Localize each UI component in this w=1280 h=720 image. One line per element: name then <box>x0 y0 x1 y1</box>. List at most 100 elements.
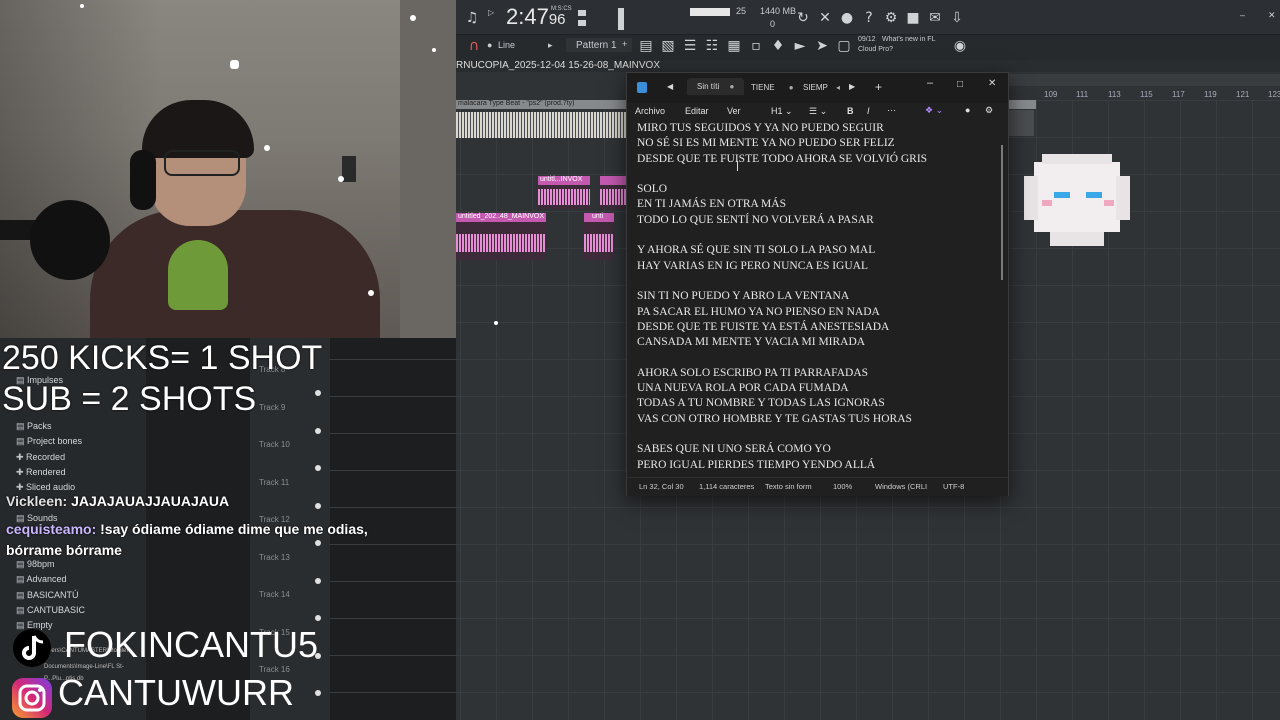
playlist-icon[interactable]: ▤ <box>638 38 654 54</box>
fl-logo-icon[interactable]: ♫ <box>464 10 480 26</box>
refresh-icon[interactable]: ↻ <box>795 10 811 26</box>
track-label[interactable]: Track 10 <box>259 440 290 449</box>
tab-modified-dot-icon[interactable]: ● <box>729 82 734 91</box>
new-tab-icon[interactable]: + <box>875 80 882 94</box>
menu-editar[interactable]: Editar <box>685 106 709 116</box>
tab-tiene[interactable]: TIENE ● <box>751 83 794 92</box>
plugin-picker-icon[interactable]: ♦ <box>770 38 786 54</box>
track-label[interactable]: Track 14 <box>259 590 290 599</box>
browser-item[interactable]: ✚ Recorded <box>16 452 65 463</box>
browser-item[interactable]: ▤ CANTUBASIC <box>16 605 85 616</box>
record-toggle[interactable]: ▷ <box>488 8 494 17</box>
audio-settings-icon[interactable]: ⚙ <box>883 10 899 26</box>
snap-label[interactable]: Line <box>498 40 515 50</box>
mixer-icon[interactable]: ☷ <box>704 38 720 54</box>
audio-clip-beat[interactable]: malacara Type Beat - "ps2" (prod.7ty) <box>456 100 626 140</box>
tab-prev-icon[interactable]: ◀ <box>667 82 673 91</box>
master-knob[interactable] <box>618 8 624 30</box>
news-line-2[interactable]: Cloud Pro? <box>858 46 893 53</box>
master-slider-1[interactable] <box>578 10 586 16</box>
browser-item[interactable]: ▤ Packs <box>16 421 52 432</box>
browser-item[interactable]: ✚ Sliced audio <box>16 482 75 493</box>
ruler[interactable] <box>1006 74 1280 86</box>
copilot-icon[interactable]: ❖ ⌄ <box>925 105 943 116</box>
browser-item[interactable]: ▤ Advanced <box>16 574 67 585</box>
vocal-clip-3[interactable]: untitled_202..48_MAINVOX <box>456 213 546 260</box>
grid-row <box>330 618 1280 619</box>
browser-item[interactable]: ▤ 98bpm <box>16 559 55 570</box>
browser-item-label: BASICANTÚ <box>27 590 79 600</box>
snowflake <box>230 60 239 69</box>
piano-roll-icon[interactable]: ▧ <box>660 38 676 54</box>
track-mute-dot-icon[interactable] <box>315 577 321 584</box>
browser-item[interactable]: ▤ Project bones <box>16 436 82 447</box>
download-icon[interactable]: ⇩ <box>949 10 965 26</box>
master-slider-2[interactable] <box>578 20 586 26</box>
news-line-1[interactable]: What's new in FL <box>882 36 935 43</box>
more-icon[interactable]: ⋯ <box>887 105 896 116</box>
track-mute-dot-icon[interactable] <box>315 502 321 509</box>
help-icon[interactable]: ? <box>861 10 877 26</box>
text-line: PA SACAR EL HUMO YA NO PIENSO EN NADA <box>637 305 880 318</box>
clip-waveform <box>600 189 626 205</box>
maximize-icon[interactable]: □ <box>957 79 963 90</box>
minimize-icon[interactable]: – <box>927 77 933 89</box>
notepad-scrollbar[interactable] <box>1001 145 1003 280</box>
track-mute-dot-icon[interactable] <box>315 540 321 546</box>
cut-icon[interactable]: ✕ <box>817 10 833 26</box>
browser-item-label: Recorded <box>26 452 66 462</box>
tab-sin-titulo[interactable]: Sin títi ● <box>687 78 745 95</box>
vocal-clip-4[interactable]: unti <box>584 213 614 260</box>
track-label[interactable]: Track 9 <box>259 403 285 412</box>
list-dropdown-icon[interactable]: ☰ ⌄ <box>809 106 827 117</box>
shop-icon[interactable]: ▢ <box>836 38 852 54</box>
minimize-fl-icon[interactable]: – <box>1240 10 1245 20</box>
tab-modified-dot-icon[interactable]: ● <box>789 83 794 92</box>
track-mute-dot-icon[interactable] <box>315 427 321 434</box>
tab-next-icon[interactable]: ▶ <box>849 82 855 91</box>
master-controls <box>578 8 668 30</box>
account-icon[interactable]: ● <box>965 105 970 115</box>
channel-rack-icon[interactable]: ☰ <box>682 38 698 54</box>
touch-keyboard-icon[interactable]: ► <box>792 38 808 54</box>
status-zoom[interactable]: 100% <box>833 482 852 491</box>
browser-icon[interactable]: ▦ <box>726 38 742 54</box>
snowflake <box>494 321 498 325</box>
track-label[interactable]: Track 11 <box>259 478 289 487</box>
plugin-icon[interactable]: ■ <box>905 10 921 26</box>
heading-dropdown[interactable]: H1 ⌄ <box>771 106 793 117</box>
track-label[interactable]: Track 13 <box>259 553 290 562</box>
italic-icon[interactable]: I <box>867 106 870 116</box>
bold-icon[interactable]: B <box>847 106 854 116</box>
clock-sub: 96 <box>548 11 566 28</box>
vocal-clip-2[interactable] <box>600 176 626 209</box>
track-mute-dot-icon[interactable] <box>315 465 321 471</box>
browser-item[interactable]: ✚ Rendered <box>16 467 66 478</box>
vocal-clip-1[interactable]: untitl...INVOX <box>538 176 590 209</box>
notepad-window[interactable]: ◀ Sin títi ● TIENE ● SIEMP ◂ ▶ + – □ ✕ A… <box>626 72 1009 496</box>
track-mute-dot-icon[interactable] <box>315 390 321 396</box>
menu-archivo[interactable]: Archivo <box>635 106 665 116</box>
tempo-icon[interactable]: ➤ <box>814 38 830 54</box>
pattern-label: Pattern 1 <box>576 40 617 51</box>
track-mute-dot-icon[interactable] <box>315 690 321 696</box>
audio-clip-tail[interactable] <box>1006 110 1034 136</box>
clip-name: malacara Type Beat - "ps2" (prod.7ty) <box>458 100 575 107</box>
snap-icon[interactable]: ● <box>487 40 492 50</box>
tab-scroll-icon[interactable]: ◂ <box>836 83 840 92</box>
track-mute-dot-icon[interactable] <box>315 615 321 621</box>
close-fl-icon[interactable]: ✕ <box>1268 10 1276 21</box>
plugin-database-icon[interactable]: ▫ <box>748 38 764 54</box>
tab-siemp[interactable]: SIEMP ◂ <box>803 83 840 92</box>
magnet-icon[interactable]: ∩ <box>466 38 482 54</box>
chat-icon[interactable]: ✉ <box>927 10 943 26</box>
notepad-text-area[interactable]: MIRO TUS SEGUIDOS Y YA NO PUEDO SEGUIR NO… <box>637 121 997 471</box>
settings-icon[interactable]: ⚙ <box>985 105 993 116</box>
browser-item[interactable]: ▤ BASICANTÚ <box>16 590 79 601</box>
microphone-icon[interactable]: ● <box>839 10 855 26</box>
globe-icon[interactable]: ◉ <box>952 38 968 54</box>
close-icon[interactable]: ✕ <box>988 78 996 89</box>
arrow-right-icon[interactable]: ▸ <box>548 40 553 51</box>
menu-ver[interactable]: Ver <box>727 106 741 116</box>
add-pattern-icon[interactable]: + <box>622 39 627 49</box>
